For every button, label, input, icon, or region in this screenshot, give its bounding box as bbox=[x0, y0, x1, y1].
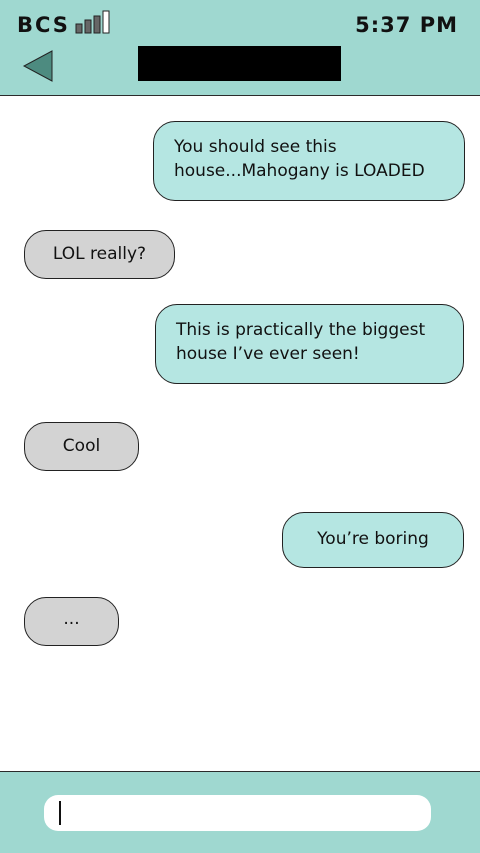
message-text: Cool bbox=[62, 436, 101, 456]
signal-strength-icon bbox=[75, 10, 110, 34]
message-input[interactable] bbox=[44, 795, 431, 831]
status-time: 5:37 PM bbox=[355, 13, 458, 37]
message-bubble-sent: You should see this house...Mahogany is … bbox=[153, 121, 465, 201]
message-thread: You should see this house...Mahogany is … bbox=[0, 96, 480, 771]
message-bubble-received: ... bbox=[24, 597, 119, 646]
message-line: house...Mahogany is LOADED bbox=[174, 161, 425, 181]
message-text: LOL really? bbox=[52, 244, 147, 264]
back-arrow-icon[interactable] bbox=[22, 50, 54, 82]
message-line: house I’ve ever seen! bbox=[176, 344, 360, 364]
app-header: BCS 5:37 PM bbox=[0, 0, 480, 96]
contact-name-redacted bbox=[138, 46, 341, 81]
message-bubble-received: LOL really? bbox=[24, 230, 175, 279]
message-line: You should see this bbox=[174, 137, 337, 157]
message-line: This is practically the biggest bbox=[176, 320, 426, 340]
composer-bar bbox=[0, 771, 480, 853]
message-bubble-received: Cool bbox=[24, 422, 139, 471]
text-caret bbox=[59, 801, 61, 825]
message-text: You’re boring bbox=[317, 529, 429, 549]
message-bubble-sent: You’re boring bbox=[282, 512, 464, 568]
message-bubble-sent: This is practically the biggest house I’… bbox=[155, 304, 464, 384]
message-text: ... bbox=[63, 609, 80, 629]
carrier-name: BCS bbox=[17, 13, 70, 37]
